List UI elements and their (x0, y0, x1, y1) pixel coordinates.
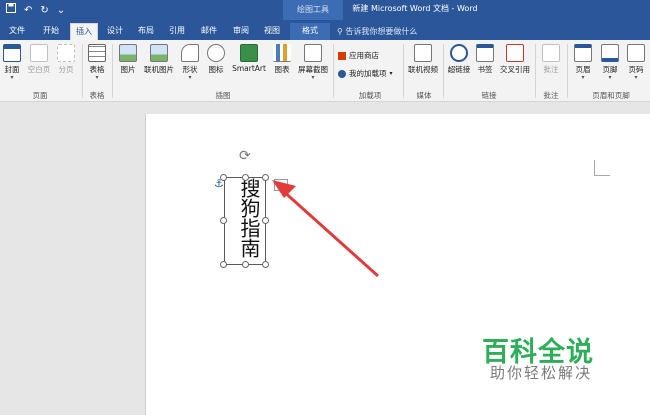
watermark-subtitle: 助你轻松解决 (490, 364, 593, 382)
